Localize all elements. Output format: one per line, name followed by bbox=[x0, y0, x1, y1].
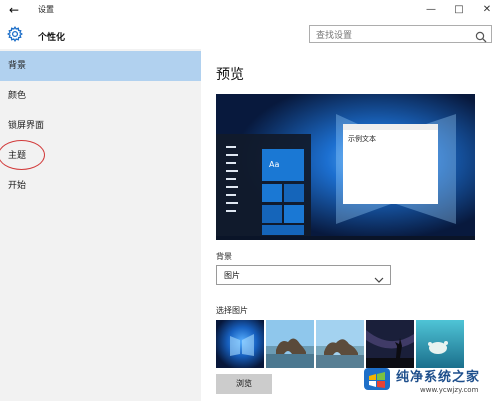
back-arrow-icon[interactable]: ← bbox=[6, 2, 22, 18]
maximize-icon[interactable]: □ bbox=[444, 0, 474, 20]
minimize-icon[interactable]: — bbox=[416, 0, 446, 20]
highlight-circle bbox=[0, 140, 45, 170]
background-label: 背景 bbox=[216, 252, 232, 261]
sidebar-item-background[interactable]: 背景 bbox=[0, 51, 201, 81]
background-dropdown[interactable]: 图片 bbox=[216, 265, 391, 285]
watermark-logo-icon bbox=[362, 364, 392, 394]
thumbnail-underwater[interactable] bbox=[416, 320, 464, 368]
thumbnail-windows-hero[interactable] bbox=[216, 320, 264, 368]
chevron-down-icon bbox=[374, 270, 384, 283]
search-input[interactable]: 查找设置 bbox=[309, 25, 492, 43]
browse-button[interactable]: 浏览 bbox=[216, 374, 272, 394]
preview-image: Aa 示例文本 bbox=[216, 94, 475, 240]
preview-title: 预览 bbox=[216, 67, 244, 83]
preview-sample-text: 示例文本 bbox=[348, 135, 376, 143]
page-title: 个性化 bbox=[38, 33, 66, 43]
close-icon[interactable]: ✕ bbox=[472, 0, 500, 20]
choose-picture-label: 选择图片 bbox=[216, 306, 248, 315]
watermark-title: 纯净系统之家 bbox=[396, 370, 481, 385]
window-title: 设置 bbox=[38, 5, 54, 14]
thumbnail-night-sky[interactable] bbox=[366, 320, 414, 368]
gear-icon bbox=[7, 26, 23, 42]
thumbnail-rock-arch-2[interactable] bbox=[316, 320, 364, 368]
watermark-url: www.ycwjzy.com bbox=[420, 386, 479, 394]
sidebar-item-colors[interactable]: 颜色 bbox=[0, 81, 201, 111]
thumbnail-rock-arch[interactable] bbox=[266, 320, 314, 368]
search-icon[interactable] bbox=[475, 28, 487, 43]
sidebar-item-lock-screen[interactable]: 锁屏界面 bbox=[0, 111, 201, 141]
sidebar-item-start[interactable]: 开始 bbox=[0, 171, 201, 201]
preview-tile-text: Aa bbox=[269, 160, 280, 169]
search-placeholder: 查找设置 bbox=[316, 31, 353, 41]
background-dropdown-value: 图片 bbox=[224, 271, 240, 280]
